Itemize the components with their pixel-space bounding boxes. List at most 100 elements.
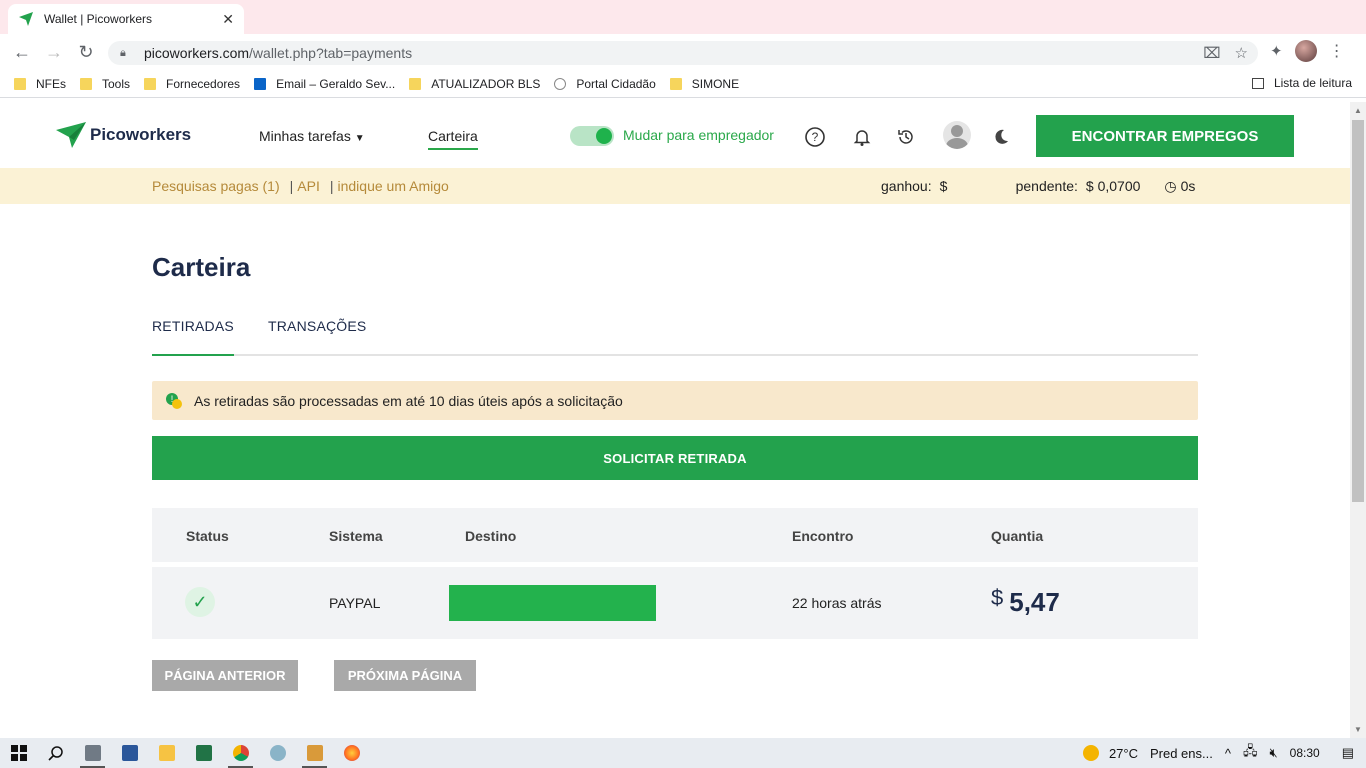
row-date: 22 horas atrás xyxy=(792,595,882,611)
employer-toggle[interactable] xyxy=(570,126,614,146)
menu-wallet[interactable]: Carteira xyxy=(428,128,478,150)
extensions-icon[interactable]: ✦ xyxy=(1270,42,1283,60)
folder-icon xyxy=(80,77,92,90)
withdrawal-notice: ! As retiradas são processadas em até 10… xyxy=(152,381,1198,420)
outlook-icon xyxy=(254,77,267,90)
firefox-icon[interactable] xyxy=(333,738,370,768)
earned-value: $ xyxy=(939,178,948,194)
separator: | xyxy=(289,178,294,194)
bookmark-star-icon[interactable]: ☆ xyxy=(1235,44,1248,62)
app-icon[interactable] xyxy=(259,738,296,768)
clock-time[interactable]: 08:30 xyxy=(1290,746,1320,760)
windows-taskbar: 27°C Pred ens... ^ 🖧︎ 🔇︎ 08:30 ▤ xyxy=(0,738,1366,768)
profile-avatar[interactable] xyxy=(1294,40,1317,62)
bookmark-tools[interactable]: Tools xyxy=(80,77,130,91)
refer-friend-link[interactable]: indique um Amigo xyxy=(338,178,449,194)
previous-page-button[interactable]: PÁGINA ANTERIOR xyxy=(152,660,298,691)
bookmark-simone[interactable]: SIMONE xyxy=(669,77,739,91)
browser-menu-icon[interactable]: ⋮ xyxy=(1329,41,1345,61)
status-check-icon: ✓ xyxy=(185,587,215,617)
toggle-label[interactable]: Mudar para empregador xyxy=(623,127,774,143)
system-tray: 27°C Pred ens... ^ 🖧︎ 🔇︎ 08:30 ▤ xyxy=(1082,738,1366,768)
volume-icon[interactable]: 🔇︎ xyxy=(1269,745,1277,761)
bookmark-atualizador[interactable]: ATUALIZADOR BLS xyxy=(409,77,540,91)
url-path: /wallet.php?tab=payments xyxy=(249,45,413,61)
currency-symbol: $ xyxy=(991,585,1004,610)
reading-list[interactable]: Lista de leitura xyxy=(1251,76,1352,90)
wallet-tabs: RETIRADAS TRANSAÇÕES xyxy=(152,310,1198,356)
chrome-icon[interactable] xyxy=(222,738,259,768)
scroll-up-icon[interactable]: ▲ xyxy=(1354,106,1362,115)
column-status: Status xyxy=(186,528,229,544)
sub-navigation-bar: Pesquisas pagas (1) | API | indique um Amigo… xyxy=(0,168,1350,204)
url-domain: picoworkers.com xyxy=(144,45,250,61)
word-icon[interactable] xyxy=(111,738,148,768)
bell-icon[interactable] xyxy=(851,126,873,148)
tray-chevron-up-icon[interactable]: ^ xyxy=(1225,746,1231,761)
tab-transactions[interactable]: TRANSAÇÕES xyxy=(268,318,366,334)
earned-label: ganhou: xyxy=(881,178,932,194)
bookmark-fornecedores[interactable]: Fornecedores xyxy=(144,77,240,91)
timer-value: 0s xyxy=(1180,178,1196,194)
reload-icon[interactable]: ↻ xyxy=(70,36,102,68)
bookmark-nfes[interactable]: NFEs xyxy=(14,77,66,91)
lock-icon[interactable]: 🔒︎ xyxy=(120,47,136,60)
destination-redacted xyxy=(449,585,656,621)
file-explorer-icon[interactable] xyxy=(148,738,185,768)
request-withdrawal-button[interactable]: SOLICITAR RETIRADA xyxy=(152,436,1198,480)
windows-start-icon[interactable] xyxy=(0,738,37,768)
weather-text[interactable]: Pred ens... xyxy=(1150,746,1213,761)
picoworkers-favicon-icon xyxy=(19,12,33,26)
row-amount: $ 5,47 xyxy=(991,585,1060,618)
folder-icon xyxy=(409,77,422,90)
calculator-icon[interactable] xyxy=(74,738,111,768)
menu-my-tasks[interactable]: Minhas tarefas ▼ xyxy=(259,128,365,144)
network-icon[interactable]: 🖧︎ xyxy=(1243,742,1258,764)
logo-plane-icon xyxy=(56,122,86,148)
scrollbar-thumb[interactable] xyxy=(1352,120,1364,502)
user-avatar[interactable] xyxy=(943,121,971,149)
column-destination: Destino xyxy=(465,528,517,544)
bookmarks-bar: NFEs Tools Fornecedores Email – Geraldo … xyxy=(0,70,1366,98)
bookmark-email[interactable]: Email – Geraldo Sev... xyxy=(254,77,395,91)
caret-down-icon: ▼ xyxy=(354,133,365,144)
logo-text: Picoworkers xyxy=(90,125,192,144)
column-amount: Quantia xyxy=(991,528,1044,544)
separator: | xyxy=(329,178,334,194)
browser-tabstrip: Wallet | Picoworkers ✕ xyxy=(0,0,1366,34)
portal-globe-icon xyxy=(554,77,567,90)
clock-icon: ◷ xyxy=(1164,178,1177,194)
browser-tab[interactable]: Wallet | Picoworkers ✕ xyxy=(8,4,244,34)
bookmark-portal[interactable]: Portal Cidadão xyxy=(554,77,656,91)
help-icon[interactable]: ? xyxy=(804,126,826,148)
api-link[interactable]: API xyxy=(297,178,320,194)
toggle-knob xyxy=(596,128,612,144)
temperature[interactable]: 27°C xyxy=(1109,746,1138,761)
excel-icon[interactable] xyxy=(185,738,222,768)
scroll-down-icon[interactable]: ▼ xyxy=(1354,725,1362,734)
paid-surveys-link[interactable]: Pesquisas pagas (1) xyxy=(152,178,280,194)
table-header: Status Sistema Destino Encontro Quantia xyxy=(152,508,1198,562)
weather-icon xyxy=(1082,745,1099,761)
app-icon-2[interactable] xyxy=(296,738,333,768)
notifications-icon[interactable]: ▤ xyxy=(1342,745,1354,761)
find-jobs-button[interactable]: ENCONTRAR EMPREGOS xyxy=(1036,115,1294,157)
address-bar[interactable]: 🔒︎ picoworkers.com/wallet.php?tab=paymen… xyxy=(108,41,1258,65)
close-tab-icon[interactable]: ✕ xyxy=(222,11,234,28)
site-logo[interactable]: Picoworkers xyxy=(54,118,191,152)
dark-mode-moon-icon[interactable] xyxy=(990,126,1012,148)
notice-text: As retiradas são processadas em até 10 d… xyxy=(194,392,623,409)
next-page-button[interactable]: PRÓXIMA PÁGINA xyxy=(334,660,476,691)
page-title: Carteira xyxy=(152,252,251,282)
page-scrollbar[interactable]: ▲ ▼ xyxy=(1350,102,1366,738)
search-icon[interactable] xyxy=(37,738,74,768)
column-date: Encontro xyxy=(792,528,854,544)
reading-list-icon xyxy=(1251,77,1264,89)
history-icon[interactable] xyxy=(895,126,917,148)
tab-withdrawals[interactable]: RETIRADAS xyxy=(152,318,234,356)
row-system: PAYPAL xyxy=(329,595,381,611)
translate-icon[interactable]: ⌧ xyxy=(1203,44,1220,62)
back-icon[interactable]: ← xyxy=(6,36,38,68)
table-row: ✓ PAYPAL 22 horas atrás $ 5,47 xyxy=(152,567,1198,639)
forward-icon[interactable]: → xyxy=(38,36,70,68)
